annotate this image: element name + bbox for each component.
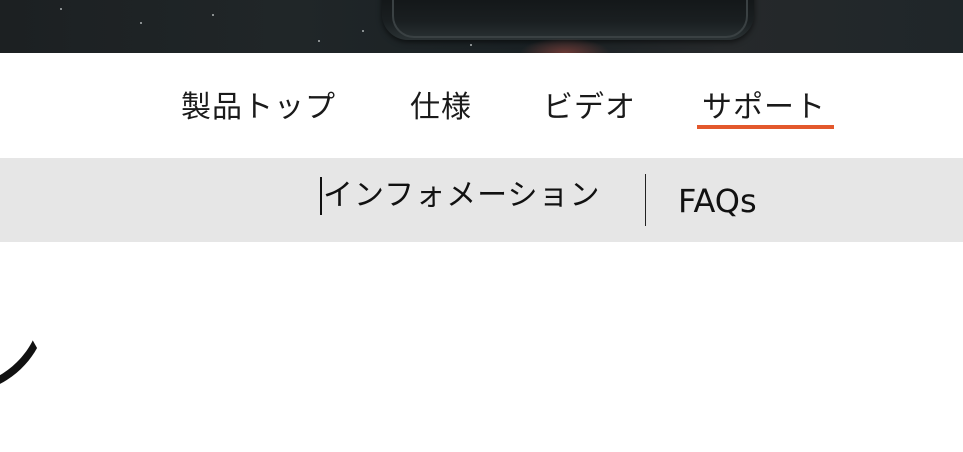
nav-item-support[interactable]: サポート [702, 87, 826, 129]
subnav-item-faqs[interactable]: FAQs [678, 180, 757, 222]
page-heading-fragment: ン [0, 312, 44, 412]
support-subnav: インフォメーション FAQs [0, 158, 963, 242]
product-glow [520, 38, 610, 53]
subnav-divider [645, 174, 646, 226]
hero-dot [212, 14, 214, 16]
main-content: ン [0, 242, 963, 452]
product-device-rim [392, 0, 748, 38]
subnav-item-information[interactable]: インフォメーション [323, 175, 601, 217]
hero-dot [362, 30, 364, 32]
active-tab-underline [697, 125, 834, 129]
hero-dot [470, 44, 472, 46]
nav-item-video[interactable]: ビデオ [543, 87, 636, 129]
hero-dot [318, 40, 320, 42]
hero-banner-image [0, 0, 963, 53]
nav-item-specs[interactable]: 仕様 [410, 87, 472, 129]
nav-item-product-top[interactable]: 製品トップ [181, 87, 336, 129]
product-nav: 製品トップ 仕様 ビデオ サポート [0, 53, 963, 158]
hero-dot [60, 8, 62, 10]
hero-dot [140, 22, 142, 24]
text-cursor [320, 177, 322, 215]
